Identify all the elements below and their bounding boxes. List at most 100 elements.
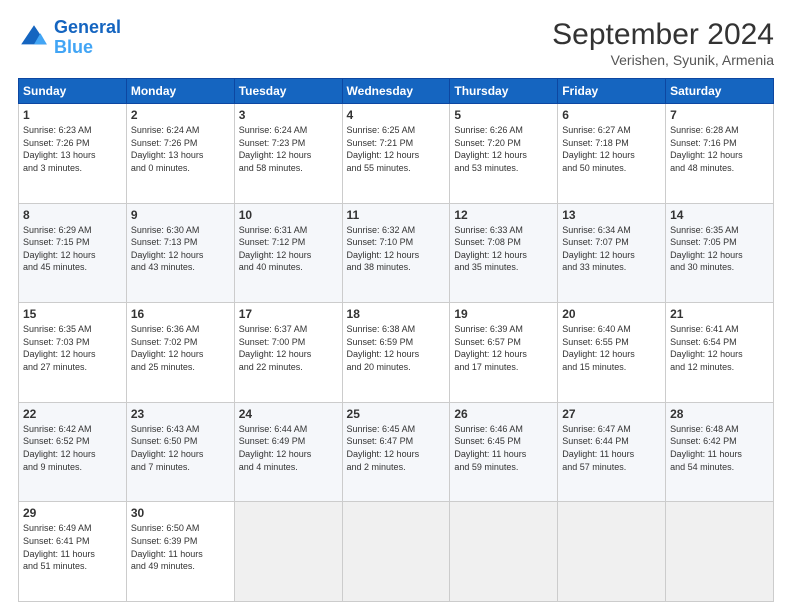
cell-info: Sunrise: 6:30 AM Sunset: 7:13 PM Dayligh… xyxy=(131,224,230,274)
header: General Blue September 2024 Verishen, Sy… xyxy=(18,18,774,68)
cell-info: Sunrise: 6:25 AM Sunset: 7:21 PM Dayligh… xyxy=(347,124,446,174)
cell-info: Sunrise: 6:27 AM Sunset: 7:18 PM Dayligh… xyxy=(562,124,661,174)
calendar-cell: 26 Sunrise: 6:46 AM Sunset: 6:45 PM Dayl… xyxy=(450,402,558,502)
cell-info: Sunrise: 6:28 AM Sunset: 7:16 PM Dayligh… xyxy=(670,124,769,174)
calendar-cell: 15 Sunrise: 6:35 AM Sunset: 7:03 PM Dayl… xyxy=(19,303,127,403)
calendar-cell: 19 Sunrise: 6:39 AM Sunset: 6:57 PM Dayl… xyxy=(450,303,558,403)
calendar-cell: 18 Sunrise: 6:38 AM Sunset: 6:59 PM Dayl… xyxy=(342,303,450,403)
header-sunday: Sunday xyxy=(19,79,127,104)
logo: General Blue xyxy=(18,18,121,58)
header-tuesday: Tuesday xyxy=(234,79,342,104)
header-monday: Monday xyxy=(126,79,234,104)
cell-info: Sunrise: 6:41 AM Sunset: 6:54 PM Dayligh… xyxy=(670,323,769,373)
calendar-cell: 16 Sunrise: 6:36 AM Sunset: 7:02 PM Dayl… xyxy=(126,303,234,403)
calendar-cell: 3 Sunrise: 6:24 AM Sunset: 7:23 PM Dayli… xyxy=(234,104,342,204)
cell-info: Sunrise: 6:42 AM Sunset: 6:52 PM Dayligh… xyxy=(23,423,122,473)
header-thursday: Thursday xyxy=(450,79,558,104)
cell-info: Sunrise: 6:38 AM Sunset: 6:59 PM Dayligh… xyxy=(347,323,446,373)
day-number: 25 xyxy=(347,407,446,421)
calendar-week-1: 1 Sunrise: 6:23 AM Sunset: 7:26 PM Dayli… xyxy=(19,104,774,204)
day-number: 28 xyxy=(670,407,769,421)
cell-info: Sunrise: 6:43 AM Sunset: 6:50 PM Dayligh… xyxy=(131,423,230,473)
header-wednesday: Wednesday xyxy=(342,79,450,104)
calendar-cell: 30 Sunrise: 6:50 AM Sunset: 6:39 PM Dayl… xyxy=(126,502,234,602)
cell-info: Sunrise: 6:29 AM Sunset: 7:15 PM Dayligh… xyxy=(23,224,122,274)
day-number: 4 xyxy=(347,108,446,122)
calendar-table: Sunday Monday Tuesday Wednesday Thursday… xyxy=(18,78,774,602)
day-number: 26 xyxy=(454,407,553,421)
cell-info: Sunrise: 6:46 AM Sunset: 6:45 PM Dayligh… xyxy=(454,423,553,473)
cell-info: Sunrise: 6:44 AM Sunset: 6:49 PM Dayligh… xyxy=(239,423,338,473)
calendar-cell: 21 Sunrise: 6:41 AM Sunset: 6:54 PM Dayl… xyxy=(666,303,774,403)
day-number: 9 xyxy=(131,208,230,222)
calendar-cell: 23 Sunrise: 6:43 AM Sunset: 6:50 PM Dayl… xyxy=(126,402,234,502)
calendar-cell xyxy=(234,502,342,602)
day-number: 6 xyxy=(562,108,661,122)
cell-info: Sunrise: 6:33 AM Sunset: 7:08 PM Dayligh… xyxy=(454,224,553,274)
cell-info: Sunrise: 6:49 AM Sunset: 6:41 PM Dayligh… xyxy=(23,522,122,572)
cell-info: Sunrise: 6:36 AM Sunset: 7:02 PM Dayligh… xyxy=(131,323,230,373)
calendar-cell: 17 Sunrise: 6:37 AM Sunset: 7:00 PM Dayl… xyxy=(234,303,342,403)
day-number: 21 xyxy=(670,307,769,321)
day-number: 15 xyxy=(23,307,122,321)
day-number: 11 xyxy=(347,208,446,222)
cell-info: Sunrise: 6:39 AM Sunset: 6:57 PM Dayligh… xyxy=(454,323,553,373)
cell-info: Sunrise: 6:23 AM Sunset: 7:26 PM Dayligh… xyxy=(23,124,122,174)
calendar-cell: 9 Sunrise: 6:30 AM Sunset: 7:13 PM Dayli… xyxy=(126,203,234,303)
calendar-cell: 7 Sunrise: 6:28 AM Sunset: 7:16 PM Dayli… xyxy=(666,104,774,204)
location-subtitle: Verishen, Syunik, Armenia xyxy=(552,52,774,68)
calendar-cell: 1 Sunrise: 6:23 AM Sunset: 7:26 PM Dayli… xyxy=(19,104,127,204)
logo-text: General Blue xyxy=(54,18,121,58)
page: General Blue September 2024 Verishen, Sy… xyxy=(0,0,792,612)
day-number: 30 xyxy=(131,506,230,520)
day-number: 5 xyxy=(454,108,553,122)
calendar-cell xyxy=(558,502,666,602)
day-number: 8 xyxy=(23,208,122,222)
calendar-cell xyxy=(342,502,450,602)
calendar-cell: 10 Sunrise: 6:31 AM Sunset: 7:12 PM Dayl… xyxy=(234,203,342,303)
day-number: 2 xyxy=(131,108,230,122)
general-blue-logo-icon xyxy=(18,22,50,54)
calendar-cell xyxy=(450,502,558,602)
calendar-cell: 14 Sunrise: 6:35 AM Sunset: 7:05 PM Dayl… xyxy=(666,203,774,303)
cell-info: Sunrise: 6:24 AM Sunset: 7:23 PM Dayligh… xyxy=(239,124,338,174)
cell-info: Sunrise: 6:45 AM Sunset: 6:47 PM Dayligh… xyxy=(347,423,446,473)
day-number: 7 xyxy=(670,108,769,122)
day-number: 27 xyxy=(562,407,661,421)
day-number: 16 xyxy=(131,307,230,321)
header-friday: Friday xyxy=(558,79,666,104)
cell-info: Sunrise: 6:35 AM Sunset: 7:05 PM Dayligh… xyxy=(670,224,769,274)
calendar-week-5: 29 Sunrise: 6:49 AM Sunset: 6:41 PM Dayl… xyxy=(19,502,774,602)
calendar-cell: 22 Sunrise: 6:42 AM Sunset: 6:52 PM Dayl… xyxy=(19,402,127,502)
calendar-cell: 29 Sunrise: 6:49 AM Sunset: 6:41 PM Dayl… xyxy=(19,502,127,602)
day-number: 10 xyxy=(239,208,338,222)
cell-info: Sunrise: 6:24 AM Sunset: 7:26 PM Dayligh… xyxy=(131,124,230,174)
calendar-cell: 24 Sunrise: 6:44 AM Sunset: 6:49 PM Dayl… xyxy=(234,402,342,502)
cell-info: Sunrise: 6:47 AM Sunset: 6:44 PM Dayligh… xyxy=(562,423,661,473)
cell-info: Sunrise: 6:40 AM Sunset: 6:55 PM Dayligh… xyxy=(562,323,661,373)
calendar-cell xyxy=(666,502,774,602)
cell-info: Sunrise: 6:50 AM Sunset: 6:39 PM Dayligh… xyxy=(131,522,230,572)
cell-info: Sunrise: 6:34 AM Sunset: 7:07 PM Dayligh… xyxy=(562,224,661,274)
calendar-week-4: 22 Sunrise: 6:42 AM Sunset: 6:52 PM Dayl… xyxy=(19,402,774,502)
day-number: 18 xyxy=(347,307,446,321)
calendar-cell: 8 Sunrise: 6:29 AM Sunset: 7:15 PM Dayli… xyxy=(19,203,127,303)
day-number: 17 xyxy=(239,307,338,321)
calendar-cell: 11 Sunrise: 6:32 AM Sunset: 7:10 PM Dayl… xyxy=(342,203,450,303)
calendar-cell: 27 Sunrise: 6:47 AM Sunset: 6:44 PM Dayl… xyxy=(558,402,666,502)
day-number: 24 xyxy=(239,407,338,421)
day-number: 14 xyxy=(670,208,769,222)
day-number: 29 xyxy=(23,506,122,520)
calendar-cell: 28 Sunrise: 6:48 AM Sunset: 6:42 PM Dayl… xyxy=(666,402,774,502)
calendar-cell: 4 Sunrise: 6:25 AM Sunset: 7:21 PM Dayli… xyxy=(342,104,450,204)
day-number: 3 xyxy=(239,108,338,122)
calendar-cell: 12 Sunrise: 6:33 AM Sunset: 7:08 PM Dayl… xyxy=(450,203,558,303)
calendar-cell: 25 Sunrise: 6:45 AM Sunset: 6:47 PM Dayl… xyxy=(342,402,450,502)
day-number: 23 xyxy=(131,407,230,421)
day-number: 12 xyxy=(454,208,553,222)
day-number: 19 xyxy=(454,307,553,321)
cell-info: Sunrise: 6:37 AM Sunset: 7:00 PM Dayligh… xyxy=(239,323,338,373)
header-saturday: Saturday xyxy=(666,79,774,104)
calendar-week-3: 15 Sunrise: 6:35 AM Sunset: 7:03 PM Dayl… xyxy=(19,303,774,403)
calendar-cell: 2 Sunrise: 6:24 AM Sunset: 7:26 PM Dayli… xyxy=(126,104,234,204)
